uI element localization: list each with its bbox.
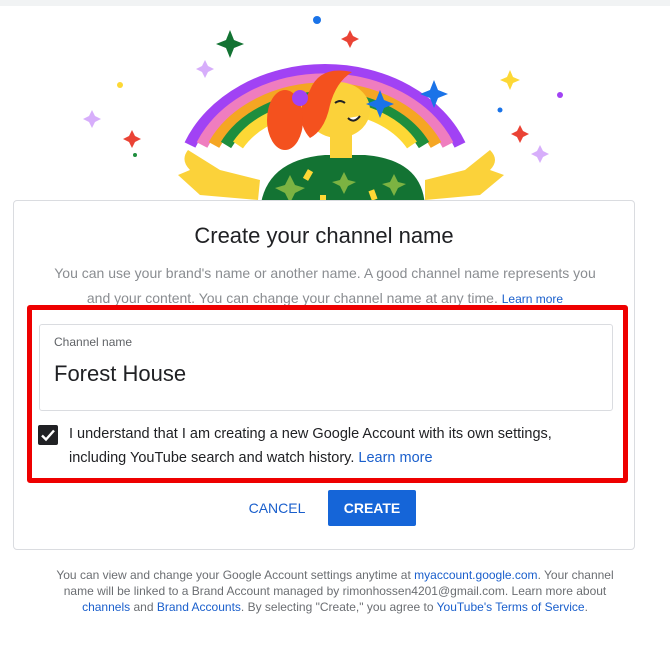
acknowledgement-learn-more-link[interactable]: Learn more — [358, 450, 432, 466]
acknowledgement-text: I understand that I am creating a new Go… — [69, 422, 599, 470]
channel-name-input[interactable] — [54, 361, 594, 387]
learn-more-link[interactable]: Learn more — [502, 292, 563, 306]
cancel-button[interactable]: CANCEL — [238, 493, 316, 523]
footer-line2-post: . By selecting "Create," you agree to — [240, 600, 434, 614]
channel-name-label: Channel name — [54, 335, 133, 349]
acknowledge-checkbox[interactable] — [38, 425, 58, 445]
footer-period: . — [584, 600, 588, 614]
footer-and: and — [133, 600, 154, 614]
brand-accounts-link[interactable]: Brand Accounts — [157, 600, 241, 614]
create-button[interactable]: CREATE — [328, 490, 416, 526]
top-bar — [0, 0, 670, 6]
rainbow-illustration — [83, 16, 563, 210]
footer-line1-pre: You can view and change your Google Acco… — [56, 568, 411, 582]
acknowledgement-label: I understand that I am creating a new Go… — [69, 426, 552, 466]
footer-text: You can view and change your Google Acco… — [45, 567, 625, 615]
terms-of-service-link[interactable]: YouTube's Terms of Service — [437, 600, 585, 614]
dialog-description: You can use your brand's name or another… — [42, 261, 608, 312]
channels-link[interactable]: channels — [82, 600, 130, 614]
dialog-title: Create your channel name — [194, 223, 454, 248]
channel-name-field[interactable]: Channel name — [39, 324, 613, 411]
myaccount-link[interactable]: myaccount.google.com — [414, 568, 537, 582]
footer-line2-pre: Learn more about — [511, 584, 607, 598]
checkmark-icon — [41, 429, 55, 442]
